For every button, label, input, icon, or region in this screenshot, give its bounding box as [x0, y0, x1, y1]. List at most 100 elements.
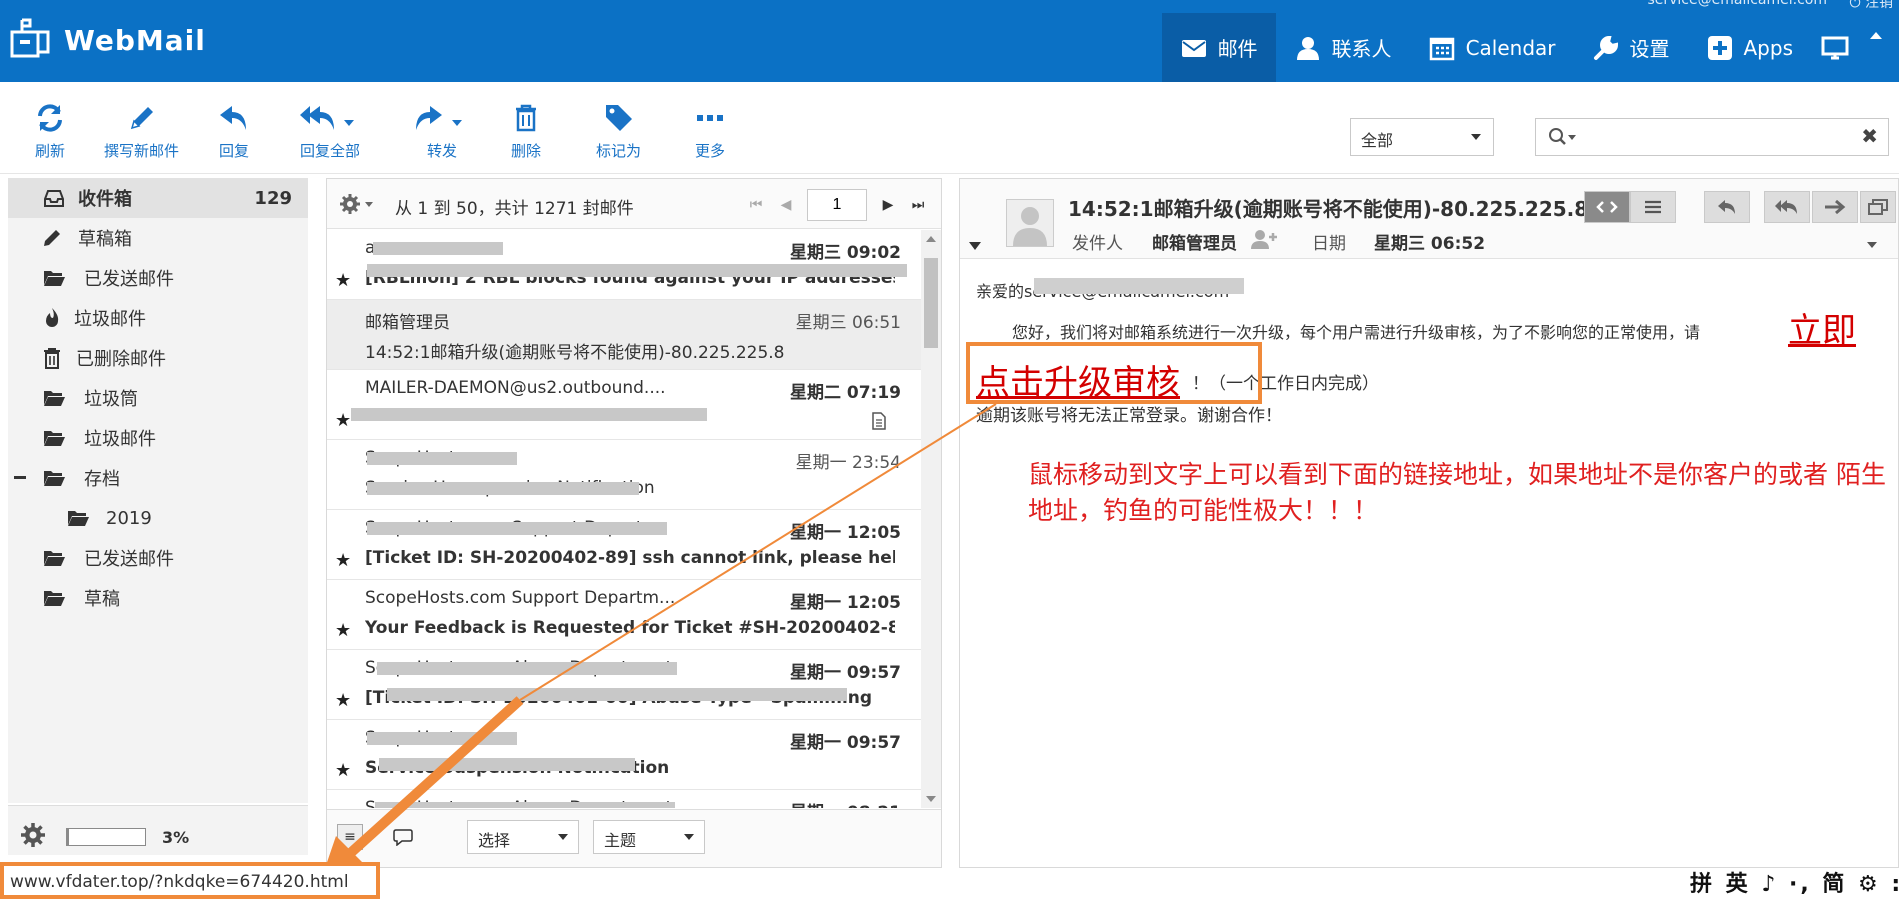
next-page-icon[interactable]: ▶ — [879, 197, 897, 213]
speech-bubble-icon[interactable] — [393, 828, 413, 846]
folder-sent[interactable]: 已发送邮件 — [8, 258, 308, 298]
message-subject: Your Feedback is Requested for Ticket #S… — [365, 618, 895, 638]
list-options-gear-icon[interactable] — [339, 193, 379, 215]
reader-forward-button[interactable] — [1812, 191, 1858, 223]
ime-indicator[interactable]: 拼 英 ♪ ·, 简 ⚙ : — [1690, 866, 1899, 898]
expand-header-icon[interactable] — [968, 241, 982, 251]
reply-button[interactable]: 回复 — [218, 102, 250, 161]
folder-label: 垃圾邮件 — [84, 429, 156, 450]
date-label: 日期 — [1312, 234, 1346, 254]
delete-button[interactable]: 删除 — [510, 102, 542, 161]
search-box[interactable]: ✖ — [1535, 118, 1889, 156]
folder-deleted[interactable]: 已删除邮件 — [8, 338, 308, 378]
nav-mail[interactable]: 邮件 — [1161, 13, 1276, 82]
unread-count: 129 — [254, 187, 292, 209]
reader-reply-all-button[interactable] — [1764, 191, 1810, 223]
nav-label: Apps — [1743, 35, 1794, 60]
prev-page-icon[interactable]: ◀ — [777, 197, 795, 213]
message-row[interactable]: a...com 星期三 09:02 ★ [RBLmon] 2 RBL block… — [327, 230, 921, 300]
contacts-icon — [1296, 36, 1319, 60]
folder-drafts-2[interactable]: 草稿 — [8, 578, 308, 618]
message-date: 星期一 23:54 — [795, 453, 901, 473]
reply-all-button[interactable]: 回复全部 — [300, 102, 360, 161]
star-icon[interactable]: ★ — [335, 760, 351, 781]
folder-drafts[interactable]: 草稿箱 — [8, 218, 308, 258]
folder-junk[interactable]: 垃圾邮件 — [8, 298, 308, 338]
message-row[interactable]: ScopeHosts.com 星期一 23:54 Service Unsuspe… — [327, 440, 921, 510]
folder-archive[interactable]: 存档 — [8, 458, 308, 498]
forward-button[interactable]: 转发 — [412, 102, 472, 161]
scope-filter-select[interactable]: 全部 — [1350, 118, 1494, 156]
from-value[interactable]: 邮箱管理员 — [1152, 229, 1237, 254]
list-scrollbar[interactable] — [921, 230, 941, 808]
nav-settings[interactable]: 设置 — [1574, 13, 1688, 82]
plain-text-toggle[interactable] — [1630, 191, 1676, 223]
more-button[interactable]: 更多 — [694, 102, 726, 161]
open-in-new-window-button[interactable] — [1860, 191, 1896, 223]
app-logo[interactable]: WebMail — [8, 14, 206, 66]
scroll-thumb[interactable] — [924, 258, 938, 348]
first-page-icon[interactable]: ⏮ — [747, 197, 765, 213]
message-range-text: 从 1 到 50，共计 1271 封邮件 — [395, 199, 634, 219]
caret-up-icon — [1870, 31, 1882, 39]
page-number-input[interactable] — [807, 189, 867, 221]
folder-sent-2[interactable]: 已发送邮件 — [8, 538, 308, 578]
last-page-icon[interactable]: ⏭ — [909, 197, 927, 213]
redaction-bar — [379, 758, 635, 771]
nav-collapse-header[interactable] — [1859, 13, 1899, 82]
html-view-toggle[interactable] — [1584, 191, 1630, 223]
message-row[interactable]: MAILER-DAEMON@us2.outbound.... 星期二 07:19… — [327, 370, 921, 440]
quota-bar — [66, 828, 146, 846]
logout-link[interactable]: ⏻ 注销 — [1849, 0, 1893, 12]
message-row[interactable]: ScopeHosts.com Abuse Department 星期一 08:2… — [327, 790, 921, 808]
compose-button[interactable]: 撰写新邮件 — [104, 102, 179, 161]
folder-spam[interactable]: 垃圾邮件 — [8, 418, 308, 458]
sort-dropdown[interactable]: 主题 — [593, 820, 705, 854]
refresh-button[interactable]: 刷新 — [34, 102, 66, 161]
star-icon[interactable]: ★ — [335, 550, 351, 571]
header-menu-icon[interactable] — [1866, 241, 1878, 249]
phishing-link-part1[interactable]: 立即 — [1788, 303, 1856, 352]
collapse-toggle[interactable] — [14, 476, 26, 479]
star-icon[interactable]: ★ — [335, 690, 351, 711]
thread-toggle-icon[interactable]: ≡ — [337, 824, 363, 850]
message-from: MAILER-DAEMON@us2.outbound.... — [365, 378, 666, 398]
folder-open-icon — [68, 511, 89, 526]
scroll-down-icon[interactable] — [926, 796, 936, 802]
folder-inbox[interactable]: 收件箱 129 — [8, 178, 308, 218]
message-date: 星期一 12:05 — [789, 523, 901, 543]
star-icon[interactable]: ★ — [335, 270, 351, 291]
message-row[interactable]: ScopeHosts.com Support Departm... 星期一 12… — [327, 580, 921, 650]
folder-label: 2019 — [106, 507, 152, 529]
nav-calendar[interactable]: Calendar — [1410, 13, 1574, 82]
message-row[interactable]: ScopeHosts.com Abuse Department 星期一 09:5… — [327, 650, 921, 720]
star-icon[interactable]: ★ — [335, 410, 351, 431]
new-window-icon — [1868, 199, 1888, 215]
redaction-bar — [351, 408, 707, 421]
folder-trash-bin[interactable]: 垃圾筒 — [8, 378, 308, 418]
scroll-up-icon[interactable] — [926, 236, 936, 242]
top-bar: service@emailcamel.com ⏻ 注销 WebMail 邮件 联… — [0, 0, 1899, 82]
message-from: ScopeHosts.com Support Departm... — [365, 588, 676, 608]
star-icon[interactable]: ★ — [335, 620, 351, 641]
nav-contacts[interactable]: 联系人 — [1276, 13, 1410, 82]
message-row[interactable]: ScopeHosts.com 星期一 09:57 ★ Service Suspe… — [327, 720, 921, 790]
mark-as-button[interactable]: 标记为 — [596, 102, 641, 161]
folder-open-icon — [44, 271, 65, 286]
gear-icon[interactable] — [20, 822, 46, 848]
add-contact-icon[interactable] — [1250, 229, 1278, 249]
message-row-selected[interactable]: 邮箱管理员 星期三 06:51 14:52:1邮箱升级(逾期账号将不能使用)-8… — [327, 300, 921, 370]
nav-display-mode[interactable] — [1811, 13, 1859, 82]
search-icon[interactable] — [1548, 127, 1578, 149]
pagination: ⏮ ◀ ▶ ⏭ — [747, 189, 927, 221]
select-dropdown[interactable]: 选择 — [467, 820, 579, 854]
message-list-header: 从 1 到 50，共计 1271 封邮件 ⏮ ◀ ▶ ⏭ — [327, 179, 941, 229]
folder-archive-2019[interactable]: 2019 — [8, 498, 308, 538]
message-row[interactable]: ScopeHosts.com Support Depart 星期一 12:05 … — [327, 510, 921, 580]
nav-label: 联系人 — [1331, 37, 1392, 61]
clear-search-icon[interactable]: ✖ — [1861, 124, 1878, 148]
nav-apps[interactable]: Apps — [1688, 13, 1812, 82]
message-date: 星期二 07:19 — [789, 383, 901, 403]
search-input[interactable] — [1586, 125, 1846, 149]
quota-fill — [67, 829, 70, 845]
